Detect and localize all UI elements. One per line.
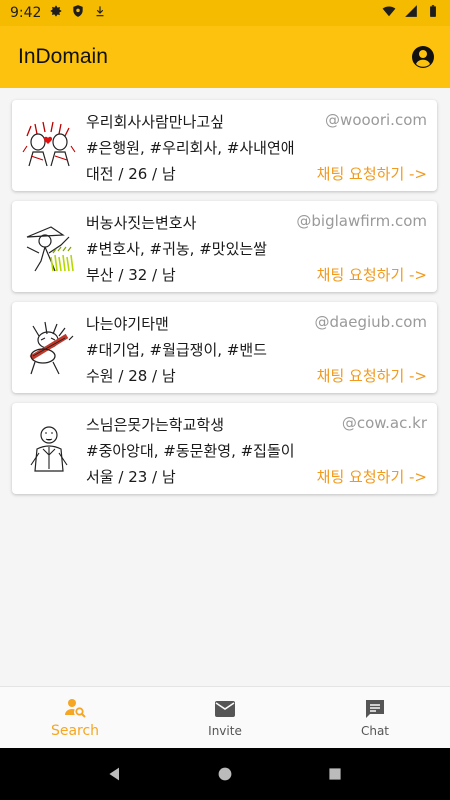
hashtags: #변호사, #귀농, #맛있는쌀 <box>86 240 267 258</box>
email-domain: @biglawfirm.com <box>296 212 427 230</box>
profile-card[interactable]: 우리회사사람만나고싶 @wooori.com #은행원, #우리회사, #사내연… <box>12 100 437 191</box>
chat-request-button[interactable]: 채팅 요청하기 -> <box>317 264 427 285</box>
profile-info: 서울 / 23 / 남 <box>86 468 176 486</box>
chat-request-button[interactable]: 채팅 요청하기 -> <box>317 365 427 386</box>
profile-info: 수원 / 28 / 남 <box>86 367 176 385</box>
recents-square-icon <box>329 768 341 780</box>
battery-icon <box>426 4 440 22</box>
avatar-sketch-student <box>30 426 68 472</box>
status-bar: 9:42 <box>0 0 450 26</box>
chat-request-button[interactable]: 채팅 요청하기 -> <box>317 163 427 184</box>
profile-card[interactable]: 버농사짓는변호사 @biglawfirm.com #변호사, #귀농, #맛있는… <box>12 201 437 292</box>
email-domain: @cow.ac.kr <box>341 414 427 432</box>
mail-icon <box>215 701 235 717</box>
email-domain: @daegiub.com <box>314 313 427 331</box>
avatar-sketch-farmer <box>26 226 74 272</box>
status-time: 9:42 <box>10 5 42 21</box>
email-domain: @wooori.com <box>325 111 427 129</box>
avatar-sketch-guitarist <box>29 321 74 375</box>
nickname: 버농사짓는변호사 <box>86 214 197 232</box>
chat-icon <box>366 700 384 718</box>
back-button[interactable] <box>105 764 125 784</box>
hashtags: #대기업, #월급쟁이, #밴드 <box>86 341 267 359</box>
tab-invite-label: Invite <box>208 724 242 738</box>
tab-chat[interactable]: Chat <box>300 687 450 748</box>
hashtags: #중아앙대, #동문환영, #집돌이 <box>86 442 295 460</box>
tab-invite[interactable]: Invite <box>150 687 300 748</box>
profile-card[interactable]: 스님은못가는학교학생 @cow.ac.kr #중아앙대, #동문환영, #집돌이… <box>12 403 437 494</box>
home-circle-icon <box>218 767 232 781</box>
profile-card[interactable]: 나는야기타맨 @daegiub.com #대기업, #월급쟁이, #밴드 수원 … <box>12 302 437 393</box>
download-icon <box>93 4 107 22</box>
nickname: 우리회사사람만나고싶 <box>86 113 225 131</box>
hashtags: #은행원, #우리회사, #사내연애 <box>86 139 295 157</box>
person-search-icon <box>65 699 86 718</box>
nickname: 나는야기타맨 <box>86 315 169 333</box>
system-navigation-bar <box>0 748 450 800</box>
chat-request-button[interactable]: 채팅 요청하기 -> <box>317 466 427 487</box>
tab-chat-label: Chat <box>360 724 390 738</box>
recents-button[interactable] <box>325 764 345 784</box>
avatar-sketch-couple <box>22 121 76 167</box>
account-circle-icon <box>412 46 434 68</box>
bottom-navigation: Search Invite Chat <box>0 686 450 748</box>
profile-info: 부산 / 32 / 남 <box>86 266 176 284</box>
settings-icon <box>49 4 63 22</box>
account-button[interactable] <box>410 44 436 70</box>
tab-search[interactable]: Search <box>0 687 150 748</box>
profile-list: 우리회사사람만나고싶 @wooori.com #은행원, #우리회사, #사내연… <box>12 100 437 504</box>
signal-icon <box>404 4 418 22</box>
profile-info: 대전 / 26 / 남 <box>86 165 176 183</box>
app-bar: InDomain <box>0 26 450 88</box>
wifi-icon <box>382 4 396 22</box>
tab-search-label: Search <box>50 723 100 739</box>
shield-icon <box>71 4 85 22</box>
app-title: InDomain <box>18 45 108 68</box>
nickname: 스님은못가는학교학생 <box>86 416 225 434</box>
back-triangle-icon <box>109 767 119 781</box>
home-button[interactable] <box>215 764 235 784</box>
